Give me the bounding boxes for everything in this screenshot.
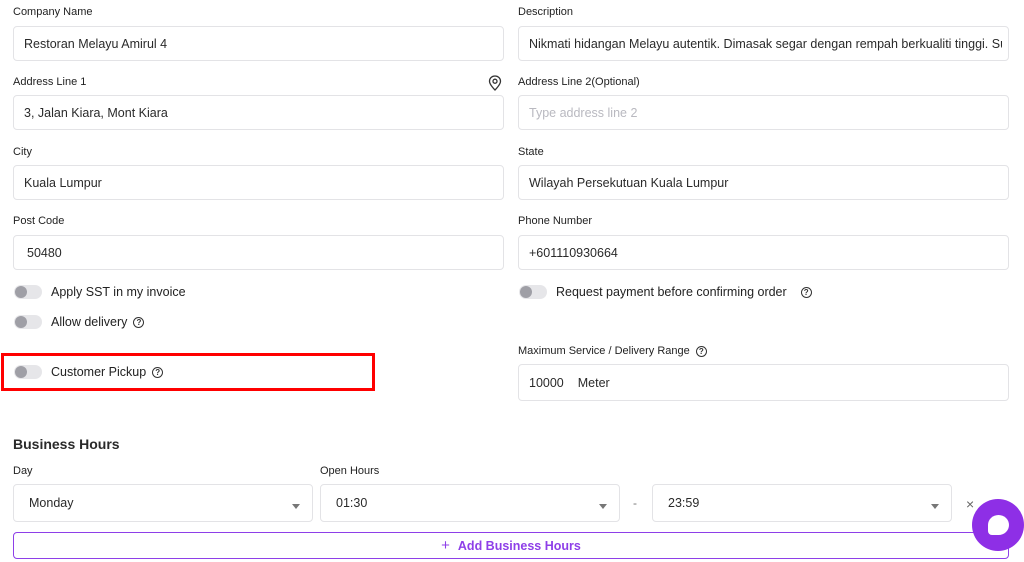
range-label-row: Maximum Service / Delivery Range ? — [518, 345, 707, 357]
open-time-select[interactable]: 01:30 — [320, 484, 620, 522]
range-value: 10000 — [529, 375, 564, 390]
day-select[interactable]: Monday — [13, 484, 313, 522]
sst-toggle-row: Apply SST in my invoice — [14, 283, 186, 301]
chat-bubble-icon — [988, 515, 1009, 535]
plus-icon: + — [441, 537, 450, 554]
request-payment-toggle-row: Request payment before confirming order … — [519, 283, 812, 301]
phone-number-input[interactable] — [518, 235, 1009, 270]
address-line2-label: Address Line 2(Optional) — [518, 76, 640, 88]
postcode-label: Post Code — [13, 215, 65, 227]
postcode-input[interactable] — [13, 235, 504, 270]
day-label: Day — [13, 465, 33, 477]
chevron-down-icon — [292, 504, 300, 509]
range-input[interactable]: 10000 Meter — [518, 364, 1009, 401]
add-business-hours-label: Add Business Hours — [457, 538, 581, 553]
phone-number-label: Phone Number — [518, 215, 592, 227]
close-icon[interactable]: × — [966, 496, 974, 512]
address-line1-input[interactable] — [13, 95, 504, 130]
time-separator: - — [633, 496, 637, 510]
company-name-label: Company Name — [13, 6, 93, 18]
request-payment-toggle[interactable] — [519, 285, 547, 299]
day-select-value: Monday — [29, 496, 74, 510]
close-time-select[interactable]: 23:59 — [652, 484, 952, 522]
help-circle-icon[interactable]: ? — [800, 286, 812, 298]
chevron-down-icon — [599, 504, 607, 509]
sst-toggle-label: Apply SST in my invoice — [51, 285, 186, 299]
sst-toggle[interactable] — [14, 285, 42, 299]
add-business-hours-button[interactable]: + Add Business Hours — [13, 532, 1009, 559]
address-line2-input[interactable] — [518, 95, 1009, 130]
location-pin-icon[interactable] — [488, 75, 502, 91]
address-line1-label: Address Line 1 — [13, 76, 87, 88]
pickup-toggle-label: Customer Pickup — [51, 365, 147, 379]
pickup-toggle-row: Customer Pickup ? — [14, 363, 164, 381]
open-hours-label: Open Hours — [320, 465, 380, 477]
delivery-toggle-label: Allow delivery — [51, 315, 128, 329]
pickup-toggle[interactable] — [14, 365, 42, 379]
range-label: Maximum Service / Delivery Range — [518, 345, 690, 357]
state-label: State — [518, 146, 544, 158]
close-time-value: 23:59 — [668, 496, 700, 510]
help-circle-icon[interactable]: ? — [133, 316, 145, 328]
business-hours-title: Business Hours — [13, 436, 120, 452]
description-input[interactable] — [518, 26, 1009, 61]
description-label: Description — [518, 6, 574, 18]
chat-button[interactable] — [972, 499, 1024, 551]
city-label: City — [13, 146, 32, 158]
company-name-input[interactable] — [13, 26, 504, 61]
request-payment-toggle-label: Request payment before confirming order — [556, 285, 787, 299]
city-input[interactable] — [13, 165, 504, 200]
range-unit: Meter — [577, 375, 610, 390]
help-circle-icon[interactable]: ? — [695, 345, 707, 357]
state-input[interactable] — [518, 165, 1009, 200]
delivery-toggle-row: Allow delivery ? — [14, 313, 145, 331]
delivery-toggle[interactable] — [14, 315, 42, 329]
chevron-down-icon — [931, 504, 939, 509]
open-time-value: 01:30 — [336, 496, 368, 510]
help-circle-icon[interactable]: ? — [152, 366, 164, 378]
